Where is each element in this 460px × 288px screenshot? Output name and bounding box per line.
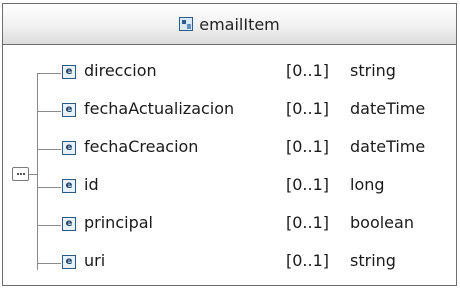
- element-name: id: [84, 175, 99, 194]
- element-type: string: [350, 61, 396, 80]
- type-header[interactable]: emailItem: [3, 4, 456, 45]
- element-type: dateTime: [350, 137, 426, 156]
- element-row[interactable]: e principal [0..1] boolean: [3, 206, 456, 244]
- element-name: principal: [84, 213, 153, 232]
- element-type: long: [350, 175, 385, 194]
- row-connector: [37, 149, 61, 150]
- element-icon: e: [62, 65, 76, 79]
- row-connector: [37, 73, 61, 74]
- element-type: boolean: [350, 213, 414, 232]
- element-icon: e: [62, 103, 76, 117]
- element-row[interactable]: e id [0..1] long: [3, 168, 456, 206]
- element-type: dateTime: [350, 99, 426, 118]
- row-connector: [37, 263, 61, 264]
- row-connector: [37, 111, 61, 112]
- element-name: direccion: [84, 61, 157, 80]
- element-row[interactable]: e direccion [0..1] string: [3, 54, 456, 92]
- element-cardinality: [0..1]: [286, 175, 330, 194]
- row-connector: [37, 187, 61, 188]
- element-icon: e: [62, 179, 76, 193]
- complex-type-box: emailItem e direccion [0..1] string e fe…: [2, 3, 457, 286]
- complex-type-icon: [179, 17, 194, 31]
- row-connector: [37, 225, 61, 226]
- element-cardinality: [0..1]: [286, 213, 330, 232]
- element-icon: e: [62, 255, 76, 269]
- element-cardinality: [0..1]: [286, 99, 330, 118]
- element-row[interactable]: e fechaActualizacion [0..1] dateTime: [3, 92, 456, 130]
- element-cardinality: [0..1]: [286, 251, 330, 270]
- element-cardinality: [0..1]: [286, 137, 330, 156]
- element-icon: e: [62, 217, 76, 231]
- element-name: fechaCreacion: [84, 137, 199, 156]
- element-icon: e: [62, 141, 76, 155]
- element-type: string: [350, 251, 396, 270]
- element-name: uri: [84, 251, 106, 270]
- type-title: emailItem: [199, 14, 280, 34]
- element-row[interactable]: e fechaCreacion [0..1] dateTime: [3, 130, 456, 168]
- element-cardinality: [0..1]: [286, 61, 330, 80]
- element-name: fechaActualizacion: [84, 99, 235, 118]
- element-row[interactable]: e uri [0..1] string: [3, 244, 456, 282]
